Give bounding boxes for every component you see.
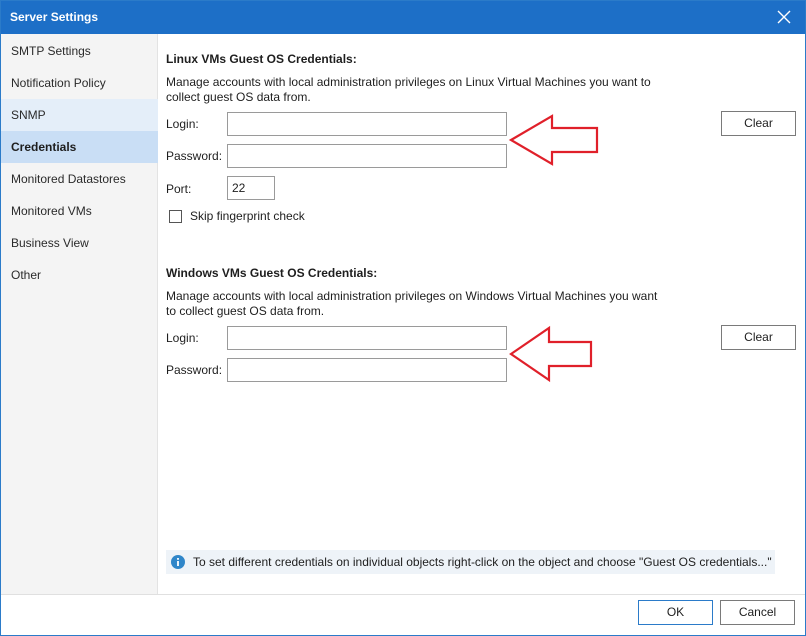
title-bar: Server Settings	[1, 1, 805, 34]
sidebar-item-smtp-settings[interactable]: SMTP Settings	[1, 35, 158, 67]
sidebar-item-notification-policy[interactable]: Notification Policy	[1, 67, 158, 99]
linux-password-label: Password:	[166, 149, 223, 163]
sidebar-item-snmp[interactable]: SNMP	[1, 99, 158, 131]
skip-fingerprint-label: Skip fingerprint check	[190, 209, 305, 223]
red-arrow-annotation	[509, 325, 593, 383]
red-arrow-annotation	[508, 114, 599, 166]
windows-section-title: Windows VMs Guest OS Credentials:	[166, 266, 378, 280]
sidebar-item-monitored-datastores[interactable]: Monitored Datastores	[1, 163, 158, 195]
sidebar-item-business-view[interactable]: Business View	[1, 227, 158, 259]
credentials-panel: Linux VMs Guest OS Credentials: Manage a…	[159, 34, 805, 594]
linux-section-title: Linux VMs Guest OS Credentials:	[166, 52, 357, 66]
linux-port-input[interactable]: 22	[227, 176, 275, 200]
windows-password-input[interactable]	[227, 358, 507, 382]
server-settings-dialog: Server Settings SMTP Settings Notificati…	[0, 0, 806, 636]
close-icon[interactable]	[775, 8, 793, 26]
sidebar-item-monitored-vms[interactable]: Monitored VMs	[1, 195, 158, 227]
linux-password-input[interactable]	[227, 144, 507, 168]
windows-login-input[interactable]	[227, 326, 507, 350]
info-icon	[171, 555, 185, 569]
windows-login-label: Login:	[166, 331, 199, 345]
info-text: To set different credentials on individu…	[193, 555, 772, 569]
sidebar-item-credentials[interactable]: Credentials	[1, 131, 158, 163]
windows-clear-button[interactable]: Clear	[721, 325, 796, 350]
windows-section-description: Manage accounts with local administratio…	[166, 289, 658, 318]
dialog-footer: OK Cancel	[1, 594, 805, 635]
linux-port-label: Port:	[166, 182, 192, 196]
window-title: Server Settings	[10, 10, 99, 24]
sidebar-item-other[interactable]: Other	[1, 259, 158, 291]
linux-clear-button[interactable]: Clear	[721, 111, 796, 136]
windows-password-label: Password:	[166, 363, 223, 377]
linux-section-description: Manage accounts with local administratio…	[166, 75, 651, 104]
settings-sidebar: SMTP Settings Notification Policy SNMP C…	[1, 34, 158, 594]
cancel-button[interactable]: Cancel	[720, 600, 795, 625]
skip-fingerprint-checkbox[interactable]	[169, 210, 182, 223]
linux-login-label: Login:	[166, 117, 199, 131]
info-bar: To set different credentials on individu…	[166, 550, 775, 574]
ok-button[interactable]: OK	[638, 600, 713, 625]
linux-login-input[interactable]	[227, 112, 507, 136]
